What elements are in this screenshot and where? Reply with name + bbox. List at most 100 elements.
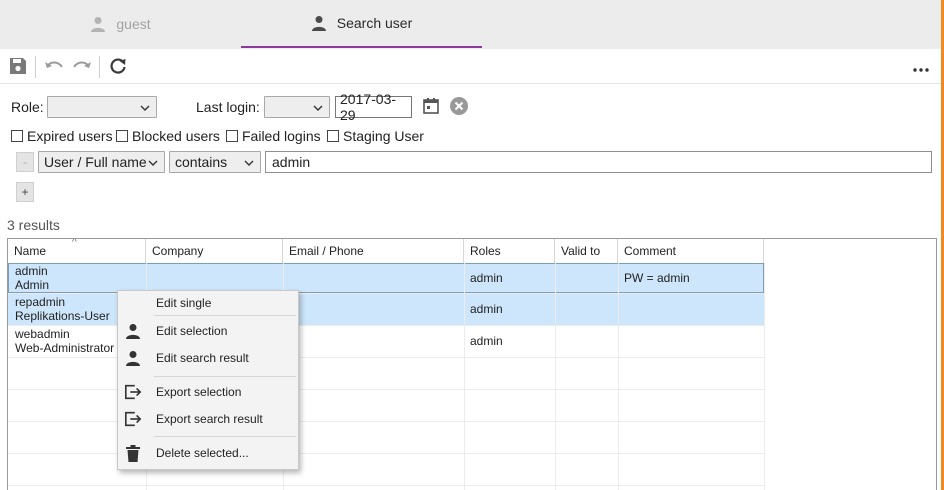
refresh-button[interactable]: [106, 55, 130, 79]
column-divider: [555, 263, 556, 490]
menu-item-label: Export selection: [156, 385, 242, 399]
menu-item-label: Delete selected...: [156, 446, 249, 460]
last-login-date-input[interactable]: 2017-03-29: [335, 91, 412, 123]
undo-icon: [44, 58, 64, 77]
operator-select-value: contains: [175, 154, 228, 170]
context-menu: Edit single Edit selection Edit search r…: [117, 290, 299, 470]
search-value-input[interactable]: admin: [265, 151, 932, 173]
chevron-down-icon: [244, 156, 254, 172]
more-options-button[interactable]: [909, 55, 933, 79]
menu-item-label: Edit single: [156, 296, 212, 310]
column-header-email[interactable]: Email / Phone: [283, 239, 464, 263]
menu-divider: [154, 315, 296, 316]
date-value: 2017-03-29: [340, 91, 397, 123]
chevron-down-icon: [140, 101, 150, 117]
menu-item-delete-selected[interactable]: Delete selected...: [118, 441, 298, 465]
chevron-down-icon: [148, 156, 158, 172]
save-icon: [9, 57, 27, 78]
toolbar-divider: [35, 56, 36, 78]
column-divider: [618, 263, 619, 490]
results-count: 3 results: [7, 217, 60, 233]
last-login-label: Last login:: [196, 99, 260, 115]
menu-item-edit-selection[interactable]: Edit selection: [118, 319, 298, 343]
checkbox-box[interactable]: [226, 130, 238, 142]
column-header-label: Name: [14, 244, 47, 258]
export-icon: [124, 383, 142, 401]
menu-item-edit-single[interactable]: Edit single: [118, 291, 298, 315]
trash-icon: [124, 444, 142, 462]
checkbox-label: Failed logins: [242, 128, 321, 144]
user-icon: [311, 15, 327, 31]
checkbox-box[interactable]: [116, 130, 128, 142]
export-icon: [124, 410, 142, 428]
cell-fullname: Admin: [15, 278, 50, 292]
checkbox-label: Expired users: [27, 128, 113, 144]
user-icon: [124, 322, 142, 340]
menu-item-export-selection[interactable]: Export selection: [118, 380, 298, 404]
checkbox-expired-users[interactable]: Expired users: [11, 128, 113, 144]
column-header-comment[interactable]: Comment: [618, 239, 764, 263]
column-header-valid-to[interactable]: Valid to: [555, 239, 618, 263]
checkbox-box[interactable]: [11, 130, 23, 142]
last-login-select[interactable]: [264, 96, 330, 118]
menu-item-edit-search-result[interactable]: Edit search result: [118, 346, 298, 370]
menu-item-label: Export search result: [156, 412, 263, 426]
undo-button[interactable]: [42, 55, 66, 79]
checkbox-box[interactable]: [327, 130, 339, 142]
checkbox-staging-user[interactable]: Staging User: [327, 128, 424, 144]
remove-criterion-button[interactable]: -: [16, 152, 34, 172]
user-icon: [124, 349, 142, 367]
field-select-value: User / Full name: [44, 154, 147, 170]
tab-guest[interactable]: guest: [0, 0, 241, 48]
column-header-roles[interactable]: Roles: [464, 239, 555, 263]
operator-select[interactable]: contains: [169, 151, 261, 173]
cell-name: webadmin: [15, 327, 70, 341]
column-header-label: Company: [152, 244, 204, 258]
clear-date-button[interactable]: [447, 95, 471, 119]
column-header-name[interactable]: Name ^: [8, 239, 146, 263]
tab-bar: guest Search user: [0, 0, 944, 49]
column-header-company[interactable]: Company: [146, 239, 283, 263]
field-select[interactable]: User / Full name: [38, 151, 165, 173]
column-divider: [764, 263, 765, 490]
cell-name: repadmin: [15, 295, 66, 309]
column-header-label: Valid to: [561, 244, 601, 258]
cell-roles: admin: [470, 271, 503, 285]
clear-icon: [449, 96, 469, 119]
menu-divider: [154, 436, 296, 437]
menu-divider: [154, 376, 296, 377]
role-select[interactable]: [47, 96, 157, 118]
checkbox-failed-logins[interactable]: Failed logins: [226, 128, 321, 144]
cell-fullname: Replikations-User: [15, 309, 110, 323]
add-criterion-button[interactable]: +: [16, 182, 34, 202]
menu-item-label: Edit search result: [156, 351, 249, 365]
row-divider: [8, 485, 764, 486]
menu-item-label: Edit selection: [156, 324, 228, 338]
user-icon: [90, 16, 106, 32]
column-header-label: Email / Phone: [289, 244, 364, 258]
refresh-icon: [109, 57, 127, 78]
more-icon: [913, 59, 929, 75]
chevron-down-icon: [313, 101, 323, 117]
column-header-label: Roles: [470, 244, 501, 258]
tab-search-user[interactable]: Search user: [241, 0, 482, 48]
menu-item-export-search-result[interactable]: Export search result: [118, 407, 298, 431]
search-value: admin: [272, 154, 311, 170]
role-label: Role:: [11, 99, 44, 115]
cell-fullname: Web-Administrator: [15, 341, 115, 355]
checkbox-blocked-users[interactable]: Blocked users: [116, 128, 220, 144]
redo-icon: [72, 58, 92, 77]
cell-comment: PW = admin: [624, 271, 690, 285]
calendar-icon: [422, 97, 440, 118]
calendar-button[interactable]: [419, 95, 443, 119]
tab-label: guest: [116, 16, 151, 32]
sort-ascending-icon: ^: [72, 238, 77, 248]
column-divider: [464, 263, 465, 490]
tab-label: Search user: [336, 15, 413, 31]
save-button[interactable]: [6, 55, 30, 79]
toolbar: [0, 49, 941, 84]
checkbox-label: Blocked users: [132, 128, 220, 144]
cell-roles: admin: [470, 334, 503, 348]
table-row[interactable]: admin Admin admin PW = admin: [8, 263, 764, 293]
redo-button[interactable]: [70, 55, 94, 79]
